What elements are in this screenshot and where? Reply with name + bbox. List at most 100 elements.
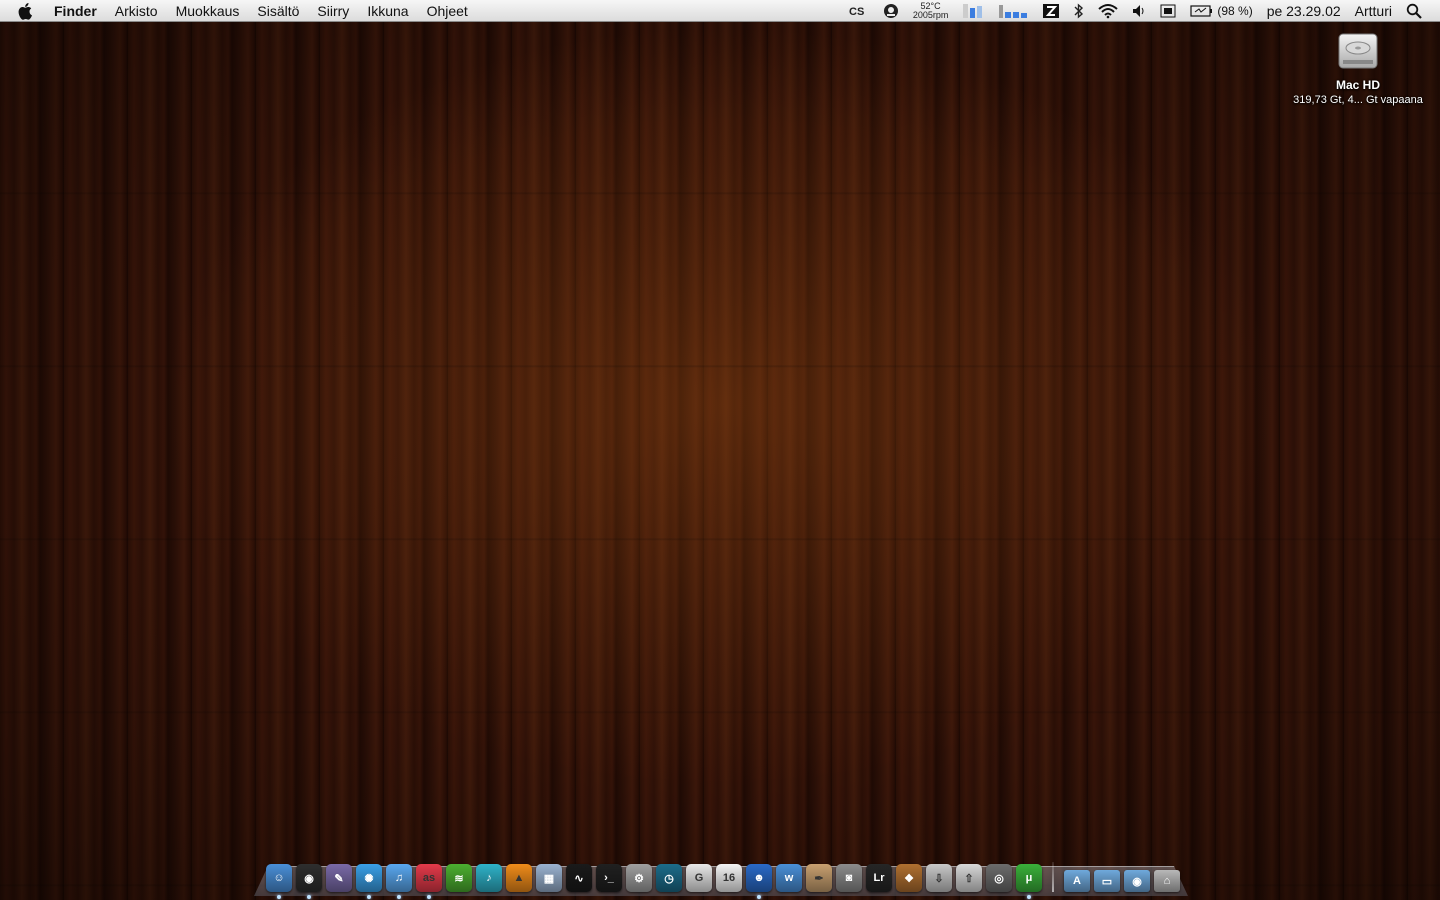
flickr-uploadr-glyph: ⇧ — [964, 872, 974, 885]
textedit-glyph: ✒ — [814, 872, 824, 885]
desktop-wallpaper — [0, 22, 1440, 900]
dock-applications-folder-icon[interactable]: A — [1064, 870, 1090, 892]
dock-spotify-icon[interactable]: ≋ — [446, 864, 472, 892]
running-indicator — [427, 895, 431, 899]
trash-glyph: ⌂ — [1163, 875, 1171, 887]
dock-flickr-uploadr-icon[interactable]: ⇧ — [956, 864, 982, 892]
dock-iphoto-icon[interactable]: ❖ — [896, 864, 922, 892]
menu-ikkuna[interactable]: Ikkuna — [367, 3, 408, 19]
finder-glyph: ☺ — [273, 872, 285, 884]
activity-monitor-glyph: ∿ — [574, 872, 584, 885]
spotify-glyph: ≋ — [454, 872, 464, 885]
dock-terminal-icon[interactable]: ›_ — [596, 864, 622, 892]
screenshot-glyph: ◙ — [845, 872, 853, 884]
hard-drive-icon — [1338, 33, 1378, 69]
dashboard-glyph: ◉ — [304, 872, 314, 885]
menu-bar: Finder Arkisto Muokkaus Sisältö Siirry I… — [0, 0, 1440, 22]
dropbox-icon[interactable] — [1042, 0, 1060, 22]
iphoto-glyph: ❖ — [904, 872, 914, 885]
lastfm-glyph: as — [422, 872, 436, 884]
dock-ical-gmail-icon[interactable]: G — [686, 864, 712, 892]
dock-activity-monitor-icon[interactable]: ∿ — [566, 864, 592, 892]
documents-folder-glyph: ▭ — [1101, 875, 1113, 888]
mac-hd-desktop-icon[interactable]: Mac HD 319,73 Gt, 4... Gt vapaana — [1288, 28, 1428, 106]
menu-arkisto[interactable]: Arkisto — [115, 3, 158, 19]
running-indicator — [367, 895, 371, 899]
spotlight-icon[interactable] — [1406, 0, 1422, 22]
dock-screenshot-icon[interactable]: ◙ — [836, 864, 862, 892]
dock-lightroom-icon[interactable]: Lr — [866, 864, 892, 892]
dock-preview-icon[interactable]: ✎ — [326, 864, 352, 892]
preview-glyph: ✎ — [334, 872, 344, 885]
ical-gmail-glyph: G — [694, 872, 704, 884]
applications-folder-glyph: A — [1073, 875, 1081, 887]
running-indicator — [757, 895, 761, 899]
dock-spaces-icon[interactable]: ▦ — [536, 864, 562, 892]
dock-automator-icon[interactable]: ⚙ — [626, 864, 652, 892]
vlc-glyph: ▲ — [513, 872, 525, 884]
dock-safari-icon[interactable]: ✺ — [356, 864, 382, 899]
bluetooth-icon[interactable] — [1074, 0, 1084, 22]
dock-image-capture-icon[interactable]: ◎ — [986, 864, 1012, 892]
wunderkit-glyph: w — [784, 872, 794, 884]
terminal-glyph: ›_ — [604, 872, 614, 884]
running-indicator — [307, 895, 311, 899]
menu-finder[interactable]: Finder — [54, 3, 97, 19]
drive-name: Mac HD — [1335, 78, 1380, 92]
automator-glyph: ⚙ — [634, 872, 644, 885]
menu-sisalto[interactable]: Sisältö — [257, 3, 299, 19]
dock-textedit-icon[interactable]: ✒ — [806, 864, 832, 892]
calendar-glyph: 16 — [722, 872, 736, 884]
adium-glyph: ☻ — [753, 872, 765, 884]
apple-icon[interactable] — [18, 2, 36, 20]
dock-finder-icon[interactable]: ☺ — [266, 864, 292, 899]
wifi-icon[interactable] — [1098, 0, 1119, 22]
time-machine-glyph: ◷ — [664, 872, 674, 885]
image-capture-glyph: ◎ — [994, 872, 1004, 885]
utorrent-glyph: μ — [1025, 872, 1033, 884]
spaces-glyph: ▦ — [543, 872, 555, 885]
running-indicator — [277, 895, 281, 899]
dock-lastfm-icon[interactable]: as — [416, 864, 442, 899]
battery-percent: (98 %) — [1217, 3, 1253, 18]
dock-calendar-icon[interactable]: 16 — [716, 864, 742, 892]
input-menu-icon[interactable] — [1160, 0, 1176, 22]
lightroom-glyph: Lr — [873, 872, 885, 884]
memory-monitor-icon[interactable] — [962, 0, 984, 22]
dock-utorrent-icon[interactable]: μ — [1016, 864, 1042, 899]
menubar-clock[interactable]: pe 23.29.02 — [1267, 0, 1341, 22]
itunes-glyph: ♫ — [394, 872, 404, 884]
downloads-app-glyph: ⇩ — [934, 872, 944, 885]
dock-separator — [1052, 862, 1054, 892]
drive-info: 319,73 Gt, 4... Gt vapaana — [1293, 94, 1423, 106]
dock-time-machine-icon[interactable]: ◷ — [656, 864, 682, 892]
downloads-folder-glyph: ◉ — [1132, 875, 1142, 888]
menu-siirry[interactable]: Siirry — [317, 3, 349, 19]
menu-muokkaus[interactable]: Muokkaus — [176, 3, 240, 19]
user-menu[interactable]: Artturi — [1355, 0, 1392, 22]
dock-documents-folder-icon[interactable]: ▭ — [1094, 870, 1120, 892]
temperature-fan-readout[interactable]: 52°C 2005rpm — [913, 0, 949, 22]
dock-itunes-icon[interactable]: ♫ — [386, 864, 412, 899]
fan-speed: 2005rpm — [912, 9, 949, 20]
svg-text:CS: CS — [849, 6, 864, 17]
istat-icon[interactable] — [883, 0, 899, 22]
dock-downloads-folder-icon[interactable]: ◉ — [1124, 870, 1150, 892]
dock: ☺ ◉ ✎ ✺ ♫ as ≋ ♪ ▲ ▦ ∿ ›_ ⚙ ◷ G 16 ☻ w ✒ ◙ Lr ❖ ⇩ ⇧ ◎ μ A ▭ ◉ ⌂ — [266, 858, 1180, 899]
battery-icon — [1190, 4, 1213, 17]
battery-status[interactable]: (98 %) — [1190, 0, 1253, 22]
music-glyph: ♪ — [486, 872, 492, 884]
running-indicator — [1027, 895, 1031, 899]
dock-vlc-icon[interactable]: ▲ — [506, 864, 532, 892]
dock-downloads-app-icon[interactable]: ⇩ — [926, 864, 952, 892]
dock-music-icon[interactable]: ♪ — [476, 864, 502, 892]
dock-adium-icon[interactable]: ☻ — [746, 864, 772, 899]
menu-ohjeet[interactable]: Ohjeet — [427, 3, 468, 19]
running-indicator — [397, 895, 401, 899]
dock-wunderkit-icon[interactable]: w — [776, 864, 802, 892]
dock-trash-icon[interactable]: ⌂ — [1154, 870, 1180, 892]
dock-dashboard-icon[interactable]: ◉ — [296, 864, 322, 899]
volume-icon[interactable] — [1132, 0, 1146, 22]
disk-usage-icon[interactable] — [998, 0, 1028, 22]
lastfm-scrobbler-icon[interactable]: CS — [849, 0, 869, 22]
